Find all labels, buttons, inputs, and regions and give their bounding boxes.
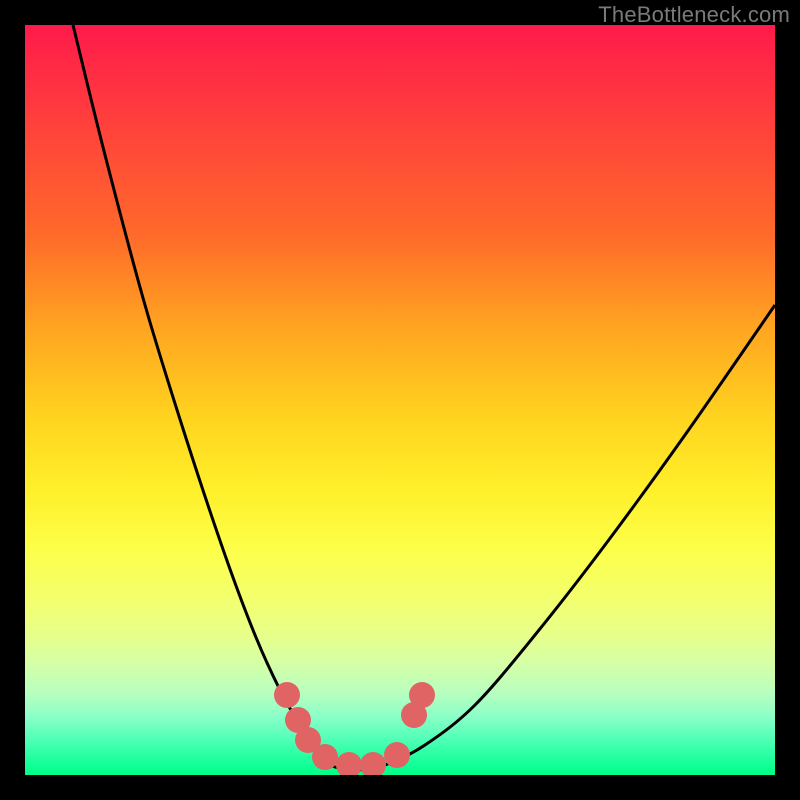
chart-svg bbox=[25, 25, 775, 775]
chart-frame: TheBottleneck.com bbox=[0, 0, 800, 800]
chart-marker bbox=[274, 682, 300, 708]
watermark-text: TheBottleneck.com bbox=[598, 2, 790, 28]
chart-marker bbox=[360, 752, 386, 775]
chart-markers bbox=[274, 682, 435, 775]
chart-plot-area bbox=[25, 25, 775, 775]
chart-marker bbox=[384, 742, 410, 768]
chart-marker bbox=[409, 682, 435, 708]
chart-marker bbox=[312, 744, 338, 770]
chart-marker bbox=[336, 752, 362, 775]
bottleneck-curve bbox=[73, 25, 775, 770]
